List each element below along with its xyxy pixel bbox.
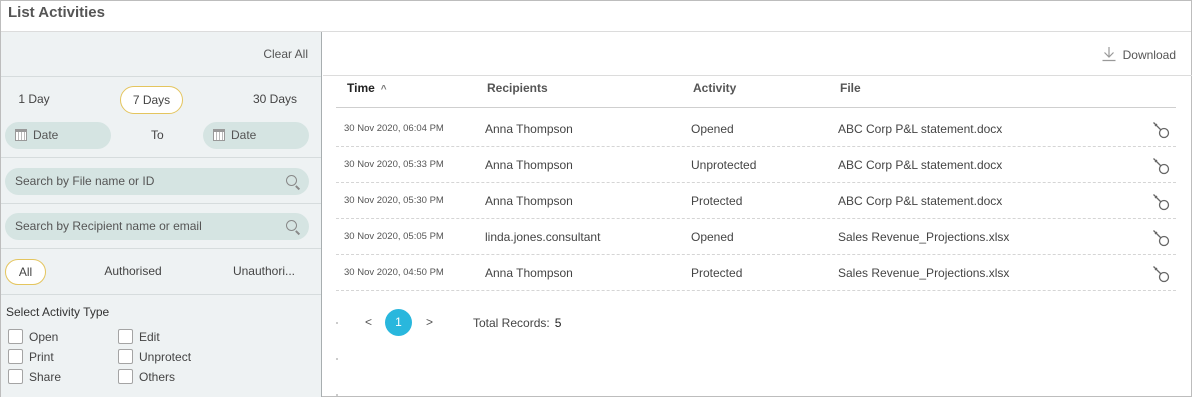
column-header-label: Time <box>347 81 375 95</box>
range-1-day[interactable]: 1 Day <box>10 86 58 114</box>
range-30-days[interactable]: 30 Days <box>247 86 303 114</box>
key-icon[interactable] <box>1152 229 1170 247</box>
divider <box>1 203 321 204</box>
row-file: Sales Revenue_Projections.xlsx <box>838 266 1010 280</box>
row-activity: Opened <box>691 230 734 244</box>
table-header-divider <box>336 107 1176 108</box>
checkbox-box[interactable] <box>118 369 133 384</box>
row-file: ABC Corp P&L statement.docx <box>838 122 1003 136</box>
checkbox-open[interactable]: Open <box>8 329 58 345</box>
checkbox-box[interactable] <box>8 329 23 344</box>
row-time: 30 Nov 2020, 05:30 PM <box>344 195 444 206</box>
search-icon[interactable] <box>286 175 297 186</box>
date-from-placeholder: Date <box>33 128 59 142</box>
row-activity: Unprotected <box>691 158 757 172</box>
search-file-input[interactable]: Search by File name or ID <box>5 168 309 195</box>
table-row[interactable]: 30 Nov 2020, 04:50 PM Anna Thompson Prot… <box>336 255 1176 291</box>
row-activity: Protected <box>691 266 743 280</box>
row-time: 30 Nov 2020, 04:50 PM <box>344 267 444 278</box>
key-icon[interactable] <box>1152 157 1170 175</box>
filter-authorised[interactable]: Authorised <box>100 259 166 285</box>
header-divider <box>323 75 1192 76</box>
download-label: Download <box>1122 48 1176 62</box>
clear-all-link[interactable]: Clear All <box>263 47 308 61</box>
column-header-activity[interactable]: Activity <box>693 81 736 95</box>
checkbox-label: Others <box>139 370 176 384</box>
table-row[interactable]: 30 Nov 2020, 05:05 PM linda.jones.consul… <box>336 219 1176 255</box>
row-recipient: Anna Thompson <box>485 194 573 208</box>
checkbox-label: Share <box>29 370 62 384</box>
date-to-placeholder: Date <box>231 128 257 142</box>
checkbox-label: Open <box>29 330 59 344</box>
download-icon <box>1102 47 1116 62</box>
divider <box>1 294 321 295</box>
row-activity: Protected <box>691 194 743 208</box>
row-activity: Opened <box>691 122 734 136</box>
divider <box>1 157 321 158</box>
checkbox-unprotect[interactable]: Unprotect <box>118 349 191 365</box>
filter-unauthorised[interactable]: Unauthori... <box>229 259 299 285</box>
prev-page-button[interactable]: < <box>365 315 372 329</box>
download-button[interactable]: Download <box>1101 47 1176 62</box>
divider <box>1 76 321 77</box>
checkbox-label: Edit <box>139 330 160 344</box>
activity-type-title: Select Activity Type <box>6 305 110 319</box>
date-to-field[interactable]: Date <box>203 122 309 149</box>
row-recipient: Anna Thompson <box>485 266 573 280</box>
column-header-time[interactable]: Time ^ <box>347 81 387 95</box>
total-records-label: Total Records: <box>473 316 550 330</box>
checkbox-box[interactable] <box>8 369 23 384</box>
checkbox-print[interactable]: Print <box>8 349 54 365</box>
search-recipient-input[interactable]: Search by Recipient name or email <box>5 213 309 240</box>
total-records: Total Records: 5 <box>473 316 561 330</box>
checkbox-share[interactable]: Share <box>8 369 61 385</box>
to-label: To <box>151 128 164 142</box>
current-page-button[interactable]: 1 <box>385 309 412 336</box>
table-row[interactable]: 30 Nov 2020, 06:04 PM Anna Thompson Open… <box>336 111 1176 147</box>
row-file: ABC Corp P&L statement.docx <box>838 194 1003 208</box>
decorative-dot <box>336 394 338 396</box>
checkbox-edit[interactable]: Edit <box>118 329 160 345</box>
row-time: 30 Nov 2020, 05:33 PM <box>344 159 444 170</box>
decorative-dot <box>336 358 338 360</box>
checkbox-box[interactable] <box>8 349 23 364</box>
filter-sidebar: Clear All 1 Day 7 Days 30 Days Date To D… <box>1 32 322 397</box>
key-icon[interactable] <box>1152 193 1170 211</box>
column-header-recipients[interactable]: Recipients <box>487 81 548 95</box>
search-icon[interactable] <box>286 220 297 231</box>
total-records-count: 5 <box>554 316 562 330</box>
filter-all[interactable]: All <box>5 259 46 285</box>
table-row[interactable]: 30 Nov 2020, 05:30 PM Anna Thompson Prot… <box>336 183 1176 219</box>
row-recipient: Anna Thompson <box>485 158 573 172</box>
row-file: Sales Revenue_Projections.xlsx <box>838 230 1010 244</box>
list-activities-panel: List Activities Clear All 1 Day 7 Days 3… <box>0 0 1192 397</box>
row-recipient: linda.jones.consultant <box>485 230 601 244</box>
row-time: 30 Nov 2020, 05:05 PM <box>344 231 444 242</box>
column-header-file[interactable]: File <box>840 81 861 95</box>
calendar-icon <box>213 129 225 141</box>
row-recipient: Anna Thompson <box>485 122 573 136</box>
sort-ascending-icon[interactable]: ^ <box>381 84 387 95</box>
divider <box>1 248 321 249</box>
checkbox-others[interactable]: Others <box>118 369 175 385</box>
checkbox-label: Unprotect <box>139 350 192 364</box>
checkbox-label: Print <box>29 350 54 364</box>
activity-table-area: Download Time ^ Recipients Activity File … <box>323 32 1192 397</box>
checkbox-box[interactable] <box>118 329 133 344</box>
row-file: ABC Corp P&L statement.docx <box>838 158 1003 172</box>
checkbox-box[interactable] <box>118 349 133 364</box>
calendar-icon <box>15 129 27 141</box>
next-page-button[interactable]: > <box>426 315 433 329</box>
key-icon[interactable] <box>1152 265 1170 283</box>
row-time: 30 Nov 2020, 06:04 PM <box>344 123 444 134</box>
search-file-placeholder: Search by File name or ID <box>15 174 155 188</box>
key-icon[interactable] <box>1152 121 1170 139</box>
table-row[interactable]: 30 Nov 2020, 05:33 PM Anna Thompson Unpr… <box>336 147 1176 183</box>
range-7-days[interactable]: 7 Days <box>120 86 183 114</box>
decorative-dot <box>336 322 338 324</box>
page-title: List Activities <box>8 4 105 21</box>
date-from-field[interactable]: Date <box>5 122 111 149</box>
search-recipient-placeholder: Search by Recipient name or email <box>15 219 202 233</box>
